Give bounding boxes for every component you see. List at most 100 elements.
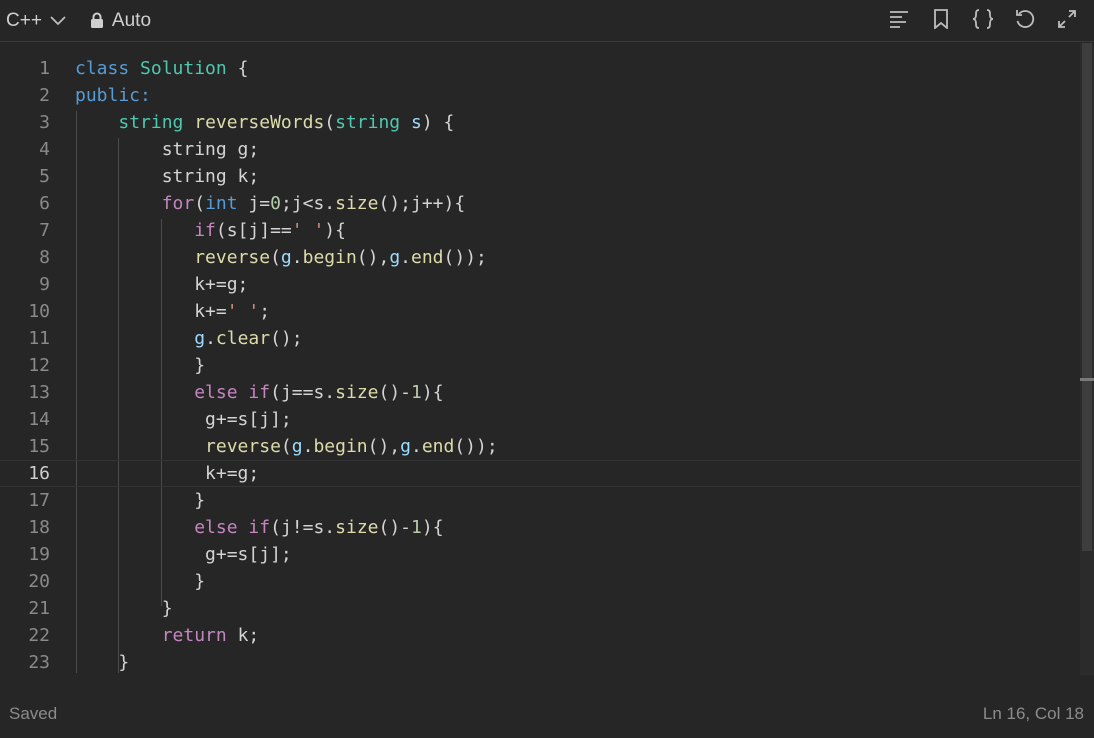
editor-toolbar: C++ Auto [0, 0, 1094, 42]
line-number: 20 [28, 571, 50, 592]
code-token: reverseWords [194, 112, 325, 133]
code-line[interactable]: 10 k+=' '; [0, 298, 1080, 325]
format-button[interactable] [878, 0, 920, 42]
code-line[interactable]: 1 class Solution { [0, 55, 1080, 82]
code-line[interactable]: 7 if(s[j]==' '){ [0, 217, 1080, 244]
code-line[interactable]: 3 string reverseWords(string s) { [0, 109, 1080, 136]
code-text: } [75, 649, 129, 675]
code-text: } [75, 595, 173, 622]
code-text: class Solution { [75, 55, 248, 82]
code-line[interactable]: 11 g.clear(); [0, 325, 1080, 352]
code-token: if [194, 220, 216, 241]
line-number: 4 [39, 139, 50, 160]
status-bar: Saved Ln 16, Col 18 [0, 690, 1094, 738]
code-token: ();j++){ [378, 193, 466, 214]
toolbar-actions [878, 0, 1088, 42]
code-token: ){ [421, 382, 444, 403]
code-token: g [389, 247, 401, 268]
line-number: 17 [28, 490, 50, 511]
reset-icon [1015, 9, 1035, 34]
code-text: k+=g; [75, 271, 248, 298]
code-token: ) { [421, 112, 455, 133]
code-text: if(s[j]==' '){ [75, 217, 346, 244]
code-token: s [411, 112, 422, 133]
cursor-position: Ln 16, Col 18 [982, 704, 1084, 723]
code-line[interactable]: 13 else if(j==s.size()-1){ [0, 379, 1080, 406]
code-token: string [118, 112, 184, 133]
code-token: ( [280, 436, 292, 457]
format-icon [889, 10, 909, 33]
braces-icon [972, 8, 994, 34]
vertical-scrollbar[interactable] [1080, 43, 1094, 675]
code-token: ( [270, 247, 281, 268]
chevron-down-icon [50, 15, 66, 26]
line-number: 18 [28, 517, 50, 538]
code-line[interactable]: 22 return k; [0, 622, 1080, 649]
language-selector[interactable]: C++ [6, 10, 66, 32]
code-line[interactable]: 15 reverse(g.begin(),g.end()); [0, 433, 1080, 460]
expand-button[interactable] [1046, 0, 1088, 42]
code-line[interactable]: 18 else if(j!=s.size()-1){ [0, 514, 1080, 541]
code-editor[interactable]: 1 class Solution {2 public: 3 string revers… [0, 43, 1094, 675]
line-number: 7 [39, 220, 50, 241]
line-number: 11 [28, 328, 50, 349]
code-token: 1 [411, 517, 422, 538]
code-line[interactable]: 12 } [0, 352, 1080, 379]
braces-button[interactable] [962, 0, 1004, 42]
code-line[interactable]: 9 k+=g; [0, 271, 1080, 298]
code-token: . [400, 247, 411, 268]
line-number: 5 [39, 166, 50, 187]
code-line[interactable]: 20 } [0, 568, 1080, 595]
line-number: 12 [28, 355, 50, 376]
code-token: { [226, 58, 249, 79]
code-line[interactable]: 6 for(int j=0;j<s.size();j++){ [0, 190, 1080, 217]
code-token: (); [270, 328, 303, 349]
code-line[interactable]: 2 public: [0, 82, 1080, 109]
scrollbar-thumb[interactable] [1082, 43, 1092, 551]
code-token: g [280, 247, 292, 268]
code-line[interactable]: 5 string k; [0, 163, 1080, 190]
code-line[interactable]: 17 } [0, 487, 1080, 514]
code-text: g.clear(); [75, 325, 303, 352]
code-token: (), [356, 247, 390, 268]
code-line[interactable]: 14 g+=s[j]; [0, 406, 1080, 433]
line-number: 14 [28, 409, 50, 430]
line-number: 13 [28, 382, 50, 403]
code-text: } [75, 352, 205, 379]
bookmark-button[interactable] [920, 0, 962, 42]
code-token: g+=s[j]; [75, 544, 292, 565]
code-line[interactable]: 4 string g; [0, 136, 1080, 163]
code-token: ( [324, 112, 336, 133]
code-token: j= [237, 193, 271, 214]
code-token: size [335, 193, 379, 214]
line-number: 16 [28, 463, 50, 484]
code-token: else [194, 517, 238, 538]
line-number: 8 [39, 247, 50, 268]
line-number: 21 [28, 598, 50, 619]
line-number: 1 [39, 58, 50, 79]
code-text: reverse(g.begin(),g.end()); [75, 433, 498, 460]
mode-indicator[interactable]: Auto [90, 10, 151, 32]
code-token: (j!=s. [270, 517, 336, 538]
code-token: ()- [378, 517, 412, 538]
code-token: ()- [378, 382, 412, 403]
code-token: if [248, 382, 271, 403]
code-line[interactable]: 8 reverse(g.begin(),g.end()); [0, 244, 1080, 271]
code-token: ;j<s. [280, 193, 336, 214]
code-token: 1 [411, 382, 422, 403]
reset-button[interactable] [1004, 0, 1046, 42]
code-text: k+=' '; [75, 298, 270, 325]
code-token: (), [367, 436, 401, 457]
code-token: clear [215, 328, 271, 349]
code-token: g [194, 328, 206, 349]
code-line[interactable]: 23 } [0, 649, 1080, 675]
code-token: begin [302, 247, 357, 268]
code-line[interactable]: 21 } [0, 595, 1080, 622]
code-token: } [75, 598, 173, 619]
code-line[interactable]: 19 g+=s[j]; [0, 541, 1080, 568]
code-line[interactable]: 16 k+=g; [0, 460, 1080, 487]
code-token: . [302, 436, 314, 457]
code-text: k+=g; [75, 461, 259, 486]
